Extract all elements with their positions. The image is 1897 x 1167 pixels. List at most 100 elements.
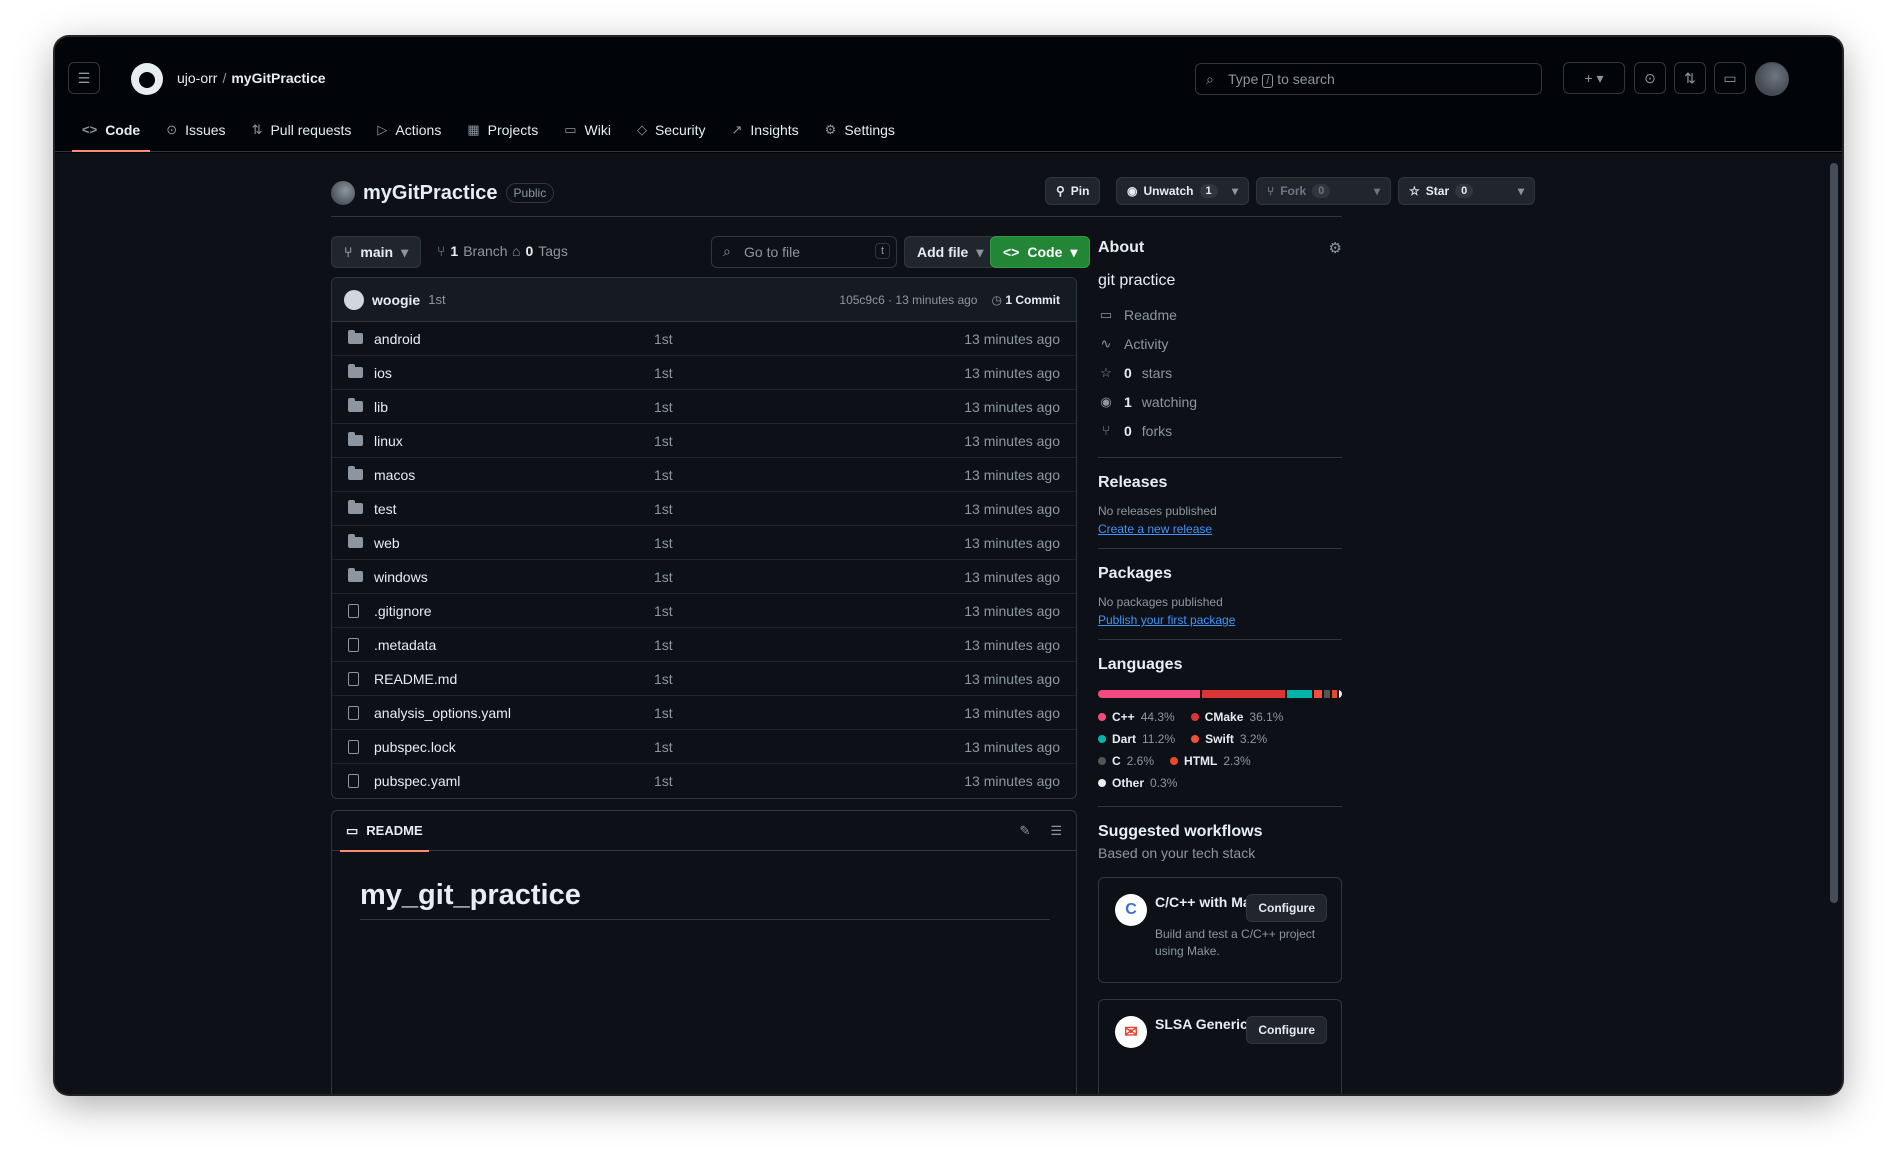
file-commit-message[interactable]: 1st	[654, 467, 964, 483]
repo-owner-avatar[interactable]	[331, 181, 355, 205]
file-name[interactable]: .gitignore	[374, 603, 654, 619]
file-name[interactable]: web	[374, 535, 654, 551]
tags-link[interactable]: ⌂ 0 Tags	[512, 243, 568, 259]
create-release-link[interactable]: Create a new release	[1098, 522, 1342, 536]
about-item-Readme[interactable]: ▭ Readme	[1098, 300, 1342, 329]
file-name[interactable]: macos	[374, 467, 654, 483]
file-commit-message[interactable]: 1st	[654, 569, 964, 585]
branch-select[interactable]: ⑂ main ▾	[331, 236, 422, 268]
language-item[interactable]: Swift 3.2%	[1191, 728, 1267, 750]
file-name[interactable]: test	[374, 501, 654, 517]
tab-insights[interactable]: ↗ Insights	[722, 107, 809, 152]
issues-icon[interactable]: ⊙	[1634, 62, 1666, 94]
tab-issues[interactable]: ⊙ Issues	[156, 107, 235, 152]
scrollbar[interactable]	[1830, 163, 1838, 903]
table-row[interactable]: web 1st 13 minutes ago	[332, 526, 1076, 560]
tab-wiki[interactable]: ▭ Wiki	[554, 107, 621, 152]
file-name[interactable]: pubspec.yaml	[374, 773, 654, 789]
table-row[interactable]: windows 1st 13 minutes ago	[332, 560, 1076, 594]
outline-icon[interactable]: ☰	[1050, 823, 1062, 839]
code-button[interactable]: <> Code ▾	[990, 236, 1091, 268]
file-commit-message[interactable]: 1st	[654, 671, 964, 687]
file-commit-message[interactable]: 1st	[654, 331, 964, 347]
github-logo-icon[interactable]	[131, 63, 163, 95]
file-commit-message[interactable]: 1st	[654, 433, 964, 449]
configure-button[interactable]: Configure	[1246, 1016, 1327, 1044]
commits-link[interactable]: ◷ 1 Commit	[991, 293, 1060, 307]
releases-title[interactable]: Releases	[1098, 474, 1342, 492]
language-item[interactable]: C 2.6%	[1098, 750, 1154, 772]
go-to-file-input[interactable]: ⌕ Go to file t	[711, 236, 897, 268]
about-item-forks[interactable]: ⑂ 0 forks	[1098, 416, 1342, 445]
file-name[interactable]: analysis_options.yaml	[374, 705, 654, 721]
file-commit-message[interactable]: 1st	[654, 501, 964, 517]
about-item-watching[interactable]: ◉ 1 watching	[1098, 387, 1342, 416]
file-commit-message[interactable]: 1st	[654, 365, 964, 381]
language-item[interactable]: HTML 2.3%	[1170, 750, 1251, 772]
file-commit-message[interactable]: 1st	[654, 399, 964, 415]
table-row[interactable]: linux 1st 13 minutes ago	[332, 424, 1076, 458]
configure-button[interactable]: Configure	[1246, 894, 1327, 922]
commit-author-avatar[interactable]	[344, 289, 364, 310]
add-file-button[interactable]: Add file ▾	[904, 236, 997, 268]
unwatch-button[interactable]: ◉ Unwatch 1 ▾	[1116, 177, 1249, 205]
table-row[interactable]: macos 1st 13 minutes ago	[332, 458, 1076, 492]
file-commit-message[interactable]: 1st	[654, 773, 964, 789]
repo-name[interactable]: myGitPractice	[363, 182, 498, 205]
create-new-button[interactable]: + ▾	[1563, 62, 1625, 94]
file-name[interactable]: pubspec.lock	[374, 739, 654, 755]
file-name[interactable]: android	[374, 331, 654, 347]
tab-code[interactable]: <> Code	[72, 107, 151, 152]
file-name[interactable]: README.md	[374, 671, 654, 687]
table-row[interactable]: .gitignore 1st 13 minutes ago	[332, 594, 1076, 628]
table-row[interactable]: .metadata 1st 13 minutes ago	[332, 628, 1076, 662]
file-name[interactable]: linux	[374, 433, 654, 449]
table-row[interactable]: README.md 1st 13 minutes ago	[332, 662, 1076, 696]
file-name[interactable]: .metadata	[374, 637, 654, 653]
about-item-stars[interactable]: ☆ 0 stars	[1098, 358, 1342, 387]
commit-hash-time[interactable]: 105c9c6 · 13 minutes ago	[839, 293, 977, 307]
file-commit-message[interactable]: 1st	[654, 739, 964, 755]
file-name[interactable]: windows	[374, 569, 654, 585]
packages-title[interactable]: Packages	[1098, 565, 1342, 583]
repo-link[interactable]: myGitPractice	[231, 70, 325, 86]
file-commit-message[interactable]: 1st	[654, 637, 964, 653]
commit-message[interactable]: 1st	[428, 292, 445, 307]
inbox-icon[interactable]: ▭	[1714, 62, 1746, 94]
owner-link[interactable]: ujo-orr	[177, 70, 217, 86]
file-name[interactable]: ios	[374, 365, 654, 381]
table-row[interactable]: ios 1st 13 minutes ago	[332, 356, 1076, 390]
language-item[interactable]: CMake 36.1%	[1190, 706, 1283, 728]
language-item[interactable]: Other 0.3%	[1098, 772, 1177, 794]
user-avatar[interactable]	[1755, 62, 1789, 96]
table-row[interactable]: test 1st 13 minutes ago	[332, 492, 1076, 526]
table-row[interactable]: android 1st 13 minutes ago	[332, 322, 1076, 356]
commit-author[interactable]: woogie	[372, 292, 420, 308]
menu-icon[interactable]: ☰	[68, 62, 100, 94]
readme-tab[interactable]: ▭ README	[340, 811, 429, 852]
pencil-icon[interactable]: ✎	[1019, 823, 1030, 839]
tab-settings[interactable]: ⚙ Settings	[815, 107, 905, 152]
table-row[interactable]: pubspec.lock 1st 13 minutes ago	[332, 730, 1076, 764]
about-item-Activity[interactable]: ∿ Activity	[1098, 329, 1342, 358]
pull-requests-icon[interactable]: ⇅	[1674, 62, 1706, 94]
tab-actions[interactable]: ▷ Actions	[367, 107, 451, 152]
publish-package-link[interactable]: Publish your first package	[1098, 613, 1342, 627]
branches-link[interactable]: ⑂ 1 Branch	[437, 243, 508, 259]
file-name[interactable]: lib	[374, 399, 654, 415]
file-commit-message[interactable]: 1st	[654, 705, 964, 721]
gear-icon[interactable]: ⚙	[1329, 239, 1342, 257]
tab-security[interactable]: ◇ Security	[627, 107, 716, 152]
file-commit-message[interactable]: 1st	[654, 603, 964, 619]
language-item[interactable]: Dart 11.2%	[1098, 728, 1175, 750]
tab-pull-requests[interactable]: ⇅ Pull requests	[242, 107, 362, 152]
table-row[interactable]: lib 1st 13 minutes ago	[332, 390, 1076, 424]
search-input[interactable]: ⌕ Type / to search	[1195, 63, 1542, 95]
file-commit-message[interactable]: 1st	[654, 535, 964, 551]
tab-projects[interactable]: ▦ Projects	[457, 107, 548, 152]
language-item[interactable]: C++ 44.3%	[1098, 706, 1175, 728]
star-button[interactable]: ☆ Star 0 ▾	[1398, 177, 1535, 205]
pin-button[interactable]: ⚲ Pin	[1045, 177, 1101, 205]
table-row[interactable]: pubspec.yaml 1st 13 minutes ago	[332, 764, 1076, 798]
table-row[interactable]: analysis_options.yaml 1st 13 minutes ago	[332, 696, 1076, 730]
